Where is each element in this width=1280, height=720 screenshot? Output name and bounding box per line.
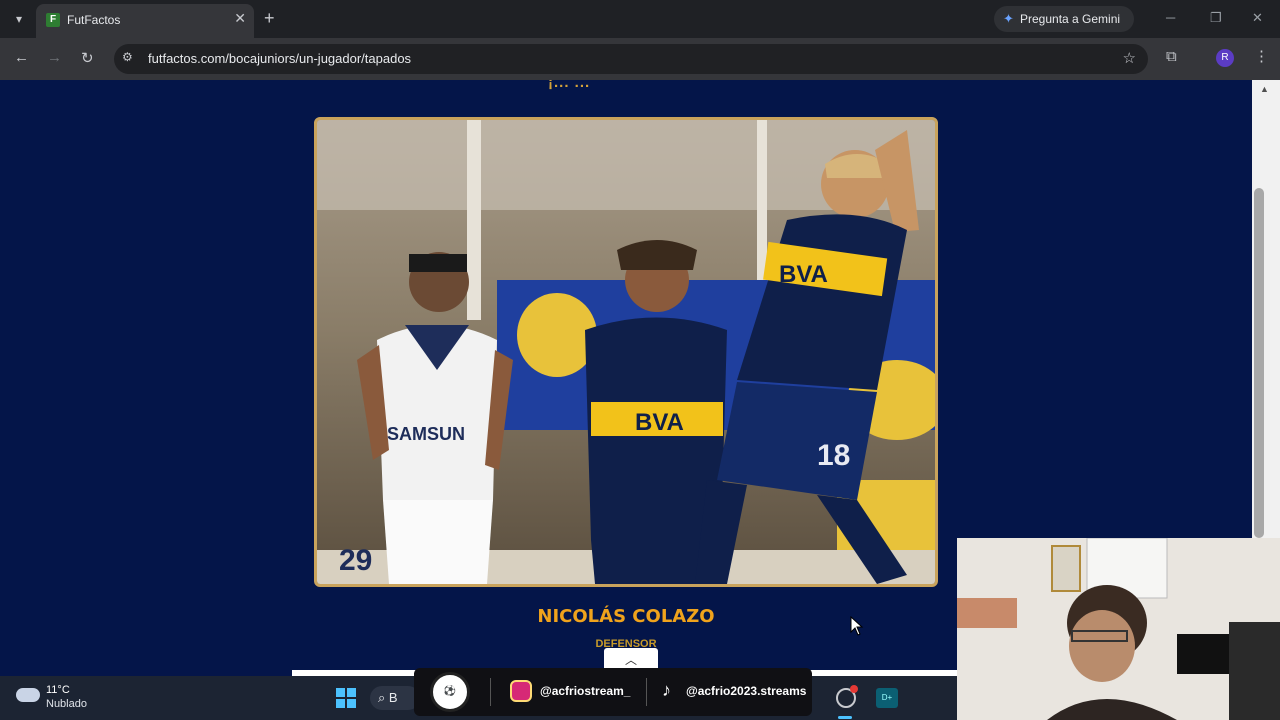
scrollbar-thumb[interactable] xyxy=(1254,188,1264,538)
right-shirt-number: 18 xyxy=(817,439,850,472)
site-favicon-icon: F xyxy=(46,13,60,27)
stream-social-overlay: ⚽ @acfriostream_ ♪ @acfrio2023.streams xyxy=(414,668,812,716)
center-shirt-sponsor: BVA xyxy=(635,409,684,436)
browser-toolbar: ← → ↻ ⚙ futfactos.com/bocajuniors/un-jug… xyxy=(0,38,1280,80)
puzzle-icon[interactable]: ⧉ xyxy=(1166,48,1177,65)
forward-arrow-icon[interactable]: → xyxy=(47,49,62,66)
search-text: B xyxy=(388,690,398,705)
new-tab-button[interactable]: + xyxy=(264,8,275,28)
close-tab-icon[interactable]: ✕ xyxy=(234,10,246,27)
overlay-divider xyxy=(490,678,491,706)
close-window-icon[interactable]: ✕ xyxy=(1252,10,1263,26)
weather-description[interactable]: Nublado xyxy=(46,698,87,710)
page-heading: ¡... ... xyxy=(548,80,591,91)
address-bar[interactable]: ⚙ futfactos.com/bocajuniors/un-jugador/t… xyxy=(114,44,1148,74)
disney-app-icon[interactable]: D+ xyxy=(876,688,898,708)
gemini-sparkle-icon: ✦ xyxy=(1003,11,1014,26)
webcam-feed xyxy=(957,538,1280,720)
left-shirt-number: 29 xyxy=(339,544,372,577)
tab-title: FutFactos xyxy=(67,13,121,27)
cloud-icon xyxy=(16,688,40,702)
minimize-icon[interactable]: ─ xyxy=(1166,10,1175,25)
streamer-logo: ⚽ xyxy=(430,672,470,712)
mouse-cursor-icon xyxy=(850,616,864,636)
browser-tab[interactable]: F FutFactos ✕ xyxy=(36,4,254,38)
left-shirt-sponsor: SAMSUN xyxy=(387,424,465,444)
profile-avatar[interactable]: R xyxy=(1216,49,1234,67)
restore-icon[interactable]: ❐ xyxy=(1210,10,1222,26)
chevron-up-icon: ︿ xyxy=(624,653,637,667)
player-photo: SAMSUN 29 BVA BVA 18 xyxy=(314,117,938,587)
tiktok-icon: ♪ xyxy=(662,680,671,700)
webcam-image xyxy=(957,538,1280,720)
player-photo-image: SAMSUN 29 BVA BVA 18 xyxy=(317,120,935,584)
site-info-icon[interactable]: ⚙ xyxy=(122,50,133,64)
instagram-handle: @acfriostream_ xyxy=(540,684,631,698)
chevron-down-icon: ▾ xyxy=(15,12,23,26)
gemini-button[interactable]: ✦ Pregunta a Gemini xyxy=(994,6,1134,32)
notification-dot xyxy=(850,685,858,693)
weather-temperature[interactable]: 11°C xyxy=(46,684,70,696)
scroll-to-top-button[interactable]: ︿ xyxy=(604,648,658,670)
taskbar-search[interactable]: ⌕ B xyxy=(370,686,420,710)
scroll-up-arrow-icon[interactable]: ▲ xyxy=(1260,84,1269,94)
overlay-divider xyxy=(646,678,647,706)
tab-search-button[interactable]: ▾ xyxy=(8,8,30,30)
instagram-icon xyxy=(510,680,532,702)
active-app-indicator xyxy=(838,716,852,719)
url-text[interactable]: futfactos.com/bocajuniors/un-jugador/tap… xyxy=(148,51,411,66)
windows-start-button[interactable] xyxy=(336,688,356,708)
star-icon[interactable]: ☆ xyxy=(1123,49,1136,67)
search-icon: ⌕ xyxy=(378,690,389,705)
gemini-label: Pregunta a Gemini xyxy=(1020,12,1121,26)
kebab-icon[interactable]: ⋮ xyxy=(1254,47,1269,65)
back-arrow-icon[interactable]: ← xyxy=(14,49,29,66)
right-shirt-sponsor: BVA xyxy=(779,261,828,288)
tab-strip: ▾ F FutFactos ✕ + ✦ Pregunta a Gemini ─ … xyxy=(0,0,1280,38)
tiktok-handle: @acfrio2023.streams xyxy=(686,684,807,698)
reload-icon[interactable]: ↻ xyxy=(81,49,94,67)
